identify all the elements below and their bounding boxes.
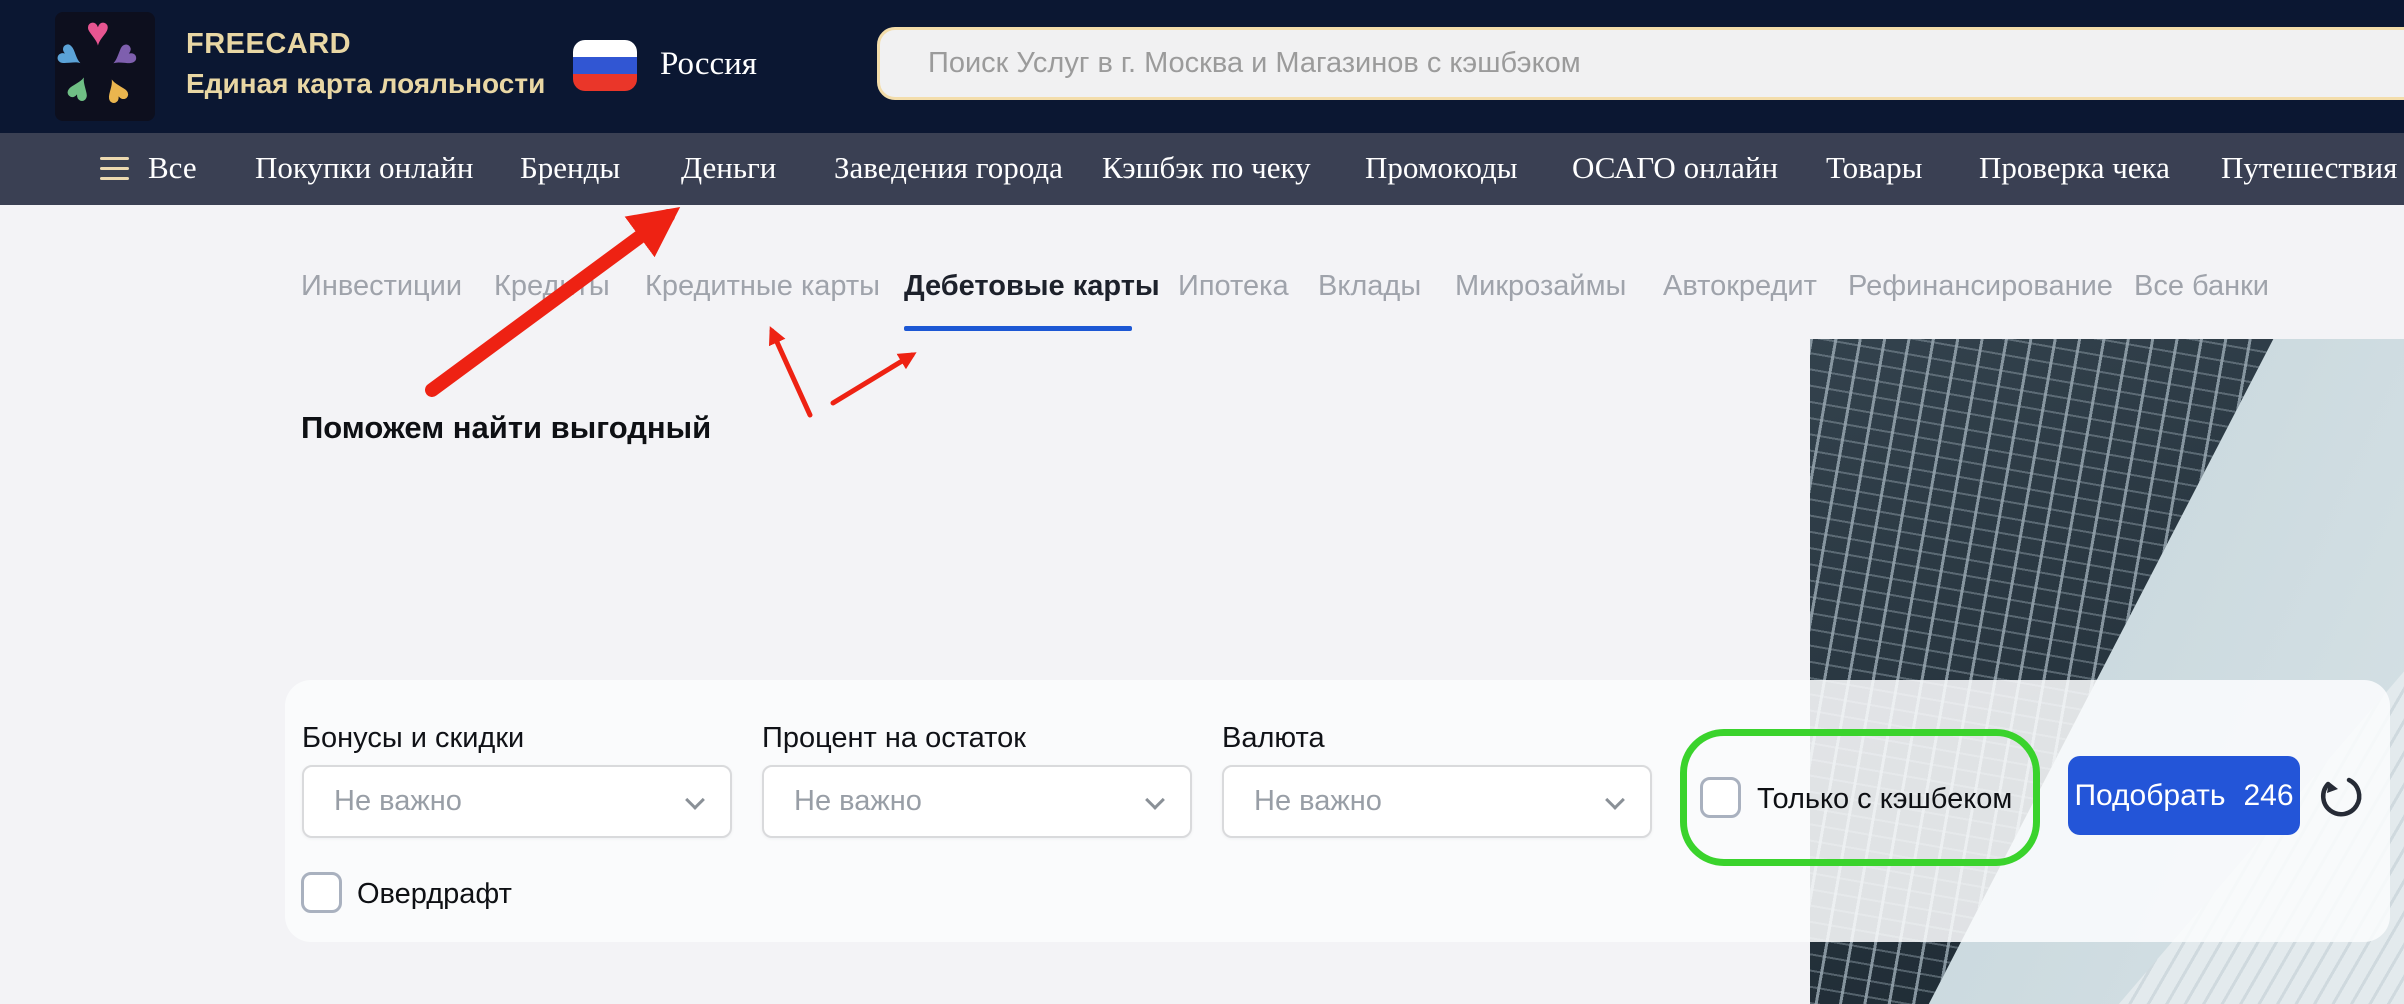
russia-flag-icon[interactable] [573, 40, 637, 91]
annotation-arrow-to-money [432, 216, 668, 390]
tab-autocredit[interactable]: Автокредит [1663, 270, 1817, 303]
chevron-down-icon [1145, 790, 1165, 810]
bonuses-select[interactable]: Не важно [302, 765, 732, 838]
active-tab-underline [904, 326, 1132, 331]
nav-item[interactable]: Заведения города [834, 150, 1063, 186]
submit-button-label: Подобрать [2074, 779, 2225, 813]
tab-investments[interactable]: Инвестиции [301, 270, 462, 303]
menu-icon[interactable] [100, 157, 129, 187]
nav-item[interactable]: Покупки онлайн [255, 150, 474, 186]
nav-item[interactable]: Бренды [520, 150, 620, 186]
tab-credits[interactable]: Кредиты [494, 270, 610, 303]
nav-item[interactable]: Промокоды [1365, 150, 1518, 186]
annotation-arrow-to-debit-cards [833, 355, 912, 403]
main-nav: Все Покупки онлайн Бренды Деньги Заведен… [0, 133, 2404, 205]
heart-icon: ♥ [98, 69, 135, 115]
chevron-down-icon [685, 790, 705, 810]
bonuses-label: Бонусы и скидки [302, 722, 524, 755]
top-bar: ♥ ♥ ♥ ♥ ♥ FREECARD Единая карта лояльнос… [0, 0, 2404, 133]
interest-select[interactable]: Не важно [762, 765, 1192, 838]
freecard-logo-icon[interactable]: ♥ ♥ ♥ ♥ ♥ [55, 12, 155, 121]
nav-item[interactable]: ОСАГО онлайн [1572, 150, 1778, 186]
bonuses-select-value: Не важно [334, 785, 462, 818]
submit-button[interactable]: Подобрать 246 [2068, 756, 2300, 835]
currency-label: Валюта [1222, 722, 1325, 755]
chevron-down-icon [1605, 790, 1625, 810]
tab-microloans[interactable]: Микрозаймы [1455, 270, 1626, 303]
search-input[interactable] [877, 27, 2404, 100]
tab-credit-cards[interactable]: Кредитные карты [645, 270, 880, 303]
cashback-only-checkbox[interactable] [1700, 777, 1741, 818]
overdraft-checkbox[interactable] [301, 872, 342, 913]
overdraft-label: Овердрафт [357, 878, 512, 911]
nav-item[interactable]: Путешествия [2221, 150, 2397, 186]
submit-button-count: 246 [2243, 779, 2293, 813]
interest-select-value: Не важно [794, 785, 922, 818]
interest-label: Процент на остаток [762, 722, 1026, 755]
heart-icon: ♥ [60, 67, 97, 113]
currency-select[interactable]: Не важно [1222, 765, 1652, 838]
nav-item-all[interactable]: Все [148, 150, 197, 186]
brand-block: FREECARD Единая карта лояльности [186, 28, 545, 100]
nav-item[interactable]: Кэшбэк по чеку [1102, 150, 1311, 186]
refresh-icon[interactable] [2316, 772, 2364, 820]
nav-item[interactable]: Проверка чека [1979, 150, 2170, 186]
freecard-page: ♥ ♥ ♥ ♥ ♥ FREECARD Единая карта лояльнос… [0, 0, 2404, 1004]
nav-item[interactable]: Товары [1826, 150, 1922, 186]
tab-mortgage[interactable]: Ипотека [1178, 270, 1289, 303]
brand-tagline: Единая карта лояльности [186, 68, 545, 100]
tab-debit-cards[interactable]: Дебетовые карты [904, 270, 1160, 303]
tab-all-banks[interactable]: Все банки [2134, 270, 2269, 303]
currency-select-value: Не важно [1254, 785, 1382, 818]
page-title: Поможем найти выгодный [301, 410, 711, 446]
brand-name: FREECARD [186, 28, 545, 61]
nav-item-money[interactable]: Деньги [681, 150, 776, 186]
region-selector[interactable]: Россия [660, 46, 757, 83]
heart-icon: ♥ [86, 12, 110, 52]
tab-refinancing[interactable]: Рефинансирование [1848, 270, 2113, 303]
cashback-only-label: Только с кэшбеком [1757, 783, 2012, 816]
tab-deposits[interactable]: Вклады [1318, 270, 1421, 303]
annotation-arrow-to-credit-cards [772, 331, 810, 415]
